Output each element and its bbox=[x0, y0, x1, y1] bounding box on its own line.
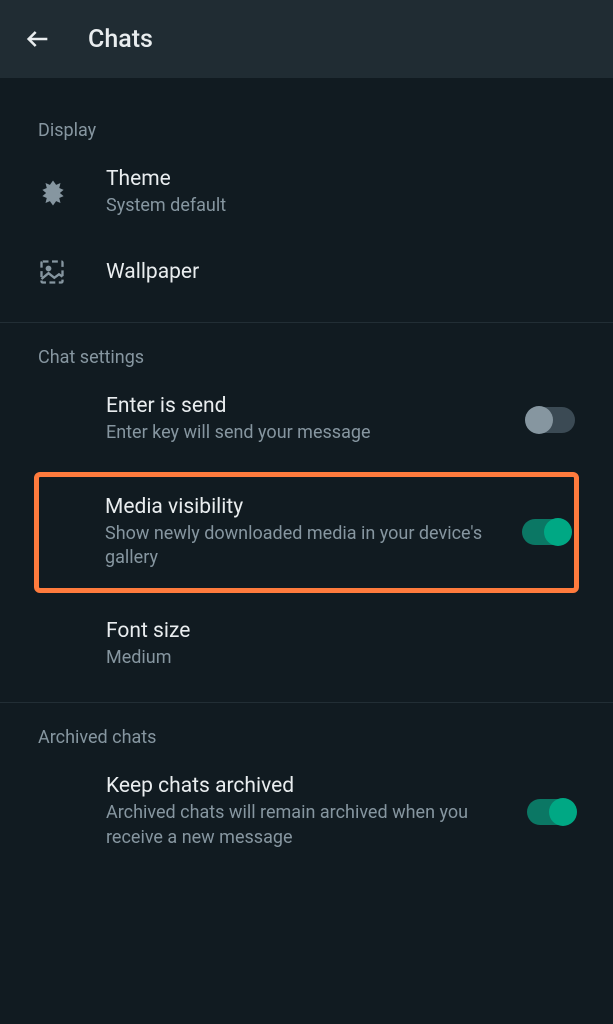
theme-icon bbox=[38, 178, 106, 208]
font-size-title: Font size bbox=[106, 619, 575, 643]
font-size-setting[interactable]: Font size Medium bbox=[0, 601, 613, 688]
wallpaper-icon bbox=[38, 258, 106, 286]
media-visibility-subtitle: Show newly downloaded media in your devi… bbox=[105, 522, 510, 571]
settings-content: Display Theme System default Wallpaper C… bbox=[0, 78, 613, 868]
enter-is-send-title: Enter is send bbox=[106, 394, 515, 418]
font-size-subtitle: Medium bbox=[106, 646, 575, 670]
keep-archived-subtitle: Archived chats will remain archived when… bbox=[106, 801, 515, 850]
section-display-header: Display bbox=[0, 110, 613, 149]
wallpaper-title: Wallpaper bbox=[106, 260, 575, 284]
keep-archived-setting[interactable]: Keep chats archived Archived chats will … bbox=[0, 756, 613, 868]
theme-title: Theme bbox=[106, 167, 575, 191]
section-chat-settings-header: Chat settings bbox=[0, 337, 613, 376]
back-button[interactable] bbox=[24, 25, 52, 53]
divider bbox=[0, 702, 613, 703]
media-visibility-setting[interactable]: Media visibility Show newly downloaded m… bbox=[34, 472, 579, 594]
keep-archived-toggle[interactable] bbox=[527, 799, 575, 825]
theme-subtitle: System default bbox=[106, 194, 575, 218]
media-visibility-toggle[interactable] bbox=[522, 519, 570, 545]
divider bbox=[0, 322, 613, 323]
toggle-thumb bbox=[525, 406, 553, 434]
app-header: Chats bbox=[0, 0, 613, 78]
enter-is-send-toggle[interactable] bbox=[527, 407, 575, 433]
wallpaper-setting[interactable]: Wallpaper bbox=[0, 236, 613, 308]
media-visibility-title: Media visibility bbox=[105, 495, 510, 519]
page-title: Chats bbox=[88, 25, 153, 54]
section-archived-header: Archived chats bbox=[0, 717, 613, 756]
toggle-thumb bbox=[549, 798, 577, 826]
keep-archived-title: Keep chats archived bbox=[106, 774, 515, 798]
toggle-thumb bbox=[544, 518, 572, 546]
enter-is-send-setting[interactable]: Enter is send Enter key will send your m… bbox=[0, 376, 613, 463]
arrow-left-icon bbox=[24, 25, 52, 53]
theme-setting[interactable]: Theme System default bbox=[0, 149, 613, 236]
enter-is-send-subtitle: Enter key will send your message bbox=[106, 421, 515, 445]
